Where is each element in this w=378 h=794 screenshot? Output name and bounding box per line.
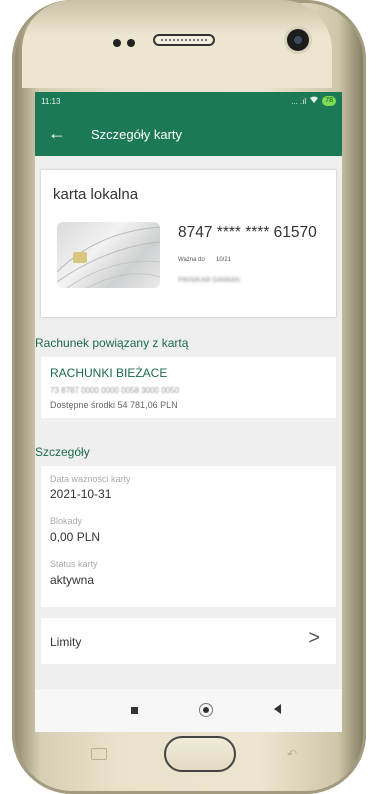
valid-until-label: Ważna do <box>178 257 205 263</box>
arrow-left-icon[interactable]: ← <box>48 123 66 143</box>
available-funds: Dostępne środki 54 781,06 PLN <box>50 400 178 410</box>
home-icon[interactable] <box>199 703 213 717</box>
blocks-label: Blokady <box>50 516 83 526</box>
card-summary: karta lokalna 8747 **** **** 61570 Ważna… <box>41 170 336 317</box>
limits-label: Limity <box>50 635 82 649</box>
card-image <box>57 222 160 288</box>
status-bar: 11:13 ... .ıl 78 <box>35 92 342 112</box>
back-key-icon[interactable]: ↶ <box>287 747 297 761</box>
account-number: 73 8787 0000 0000 0058 3000 0050 <box>50 386 180 395</box>
back-triangle-icon[interactable] <box>274 704 281 714</box>
front-camera-icon <box>287 29 309 51</box>
wifi-icon <box>309 96 319 106</box>
card-number: 8747 **** **** 61570 <box>178 224 317 241</box>
app-bar: ← Szczegóły karty <box>35 112 342 156</box>
expiry-value: 2021-10-31 <box>50 487 112 501</box>
recent-apps-key-icon[interactable] <box>91 748 107 760</box>
account-name: RACHUNKI BIEŻACE <box>50 366 168 380</box>
card-name: karta lokalna <box>53 186 139 203</box>
valid-until-value: 10/21 <box>216 257 232 263</box>
chevron-right-icon: > <box>308 627 320 649</box>
status-icons: ... .ıl 78 <box>291 96 336 106</box>
details-heading: Szczegóły <box>35 445 90 459</box>
phone-screen: 11:13 ... .ıl 78 ← Szczegóły karty karta… <box>35 92 342 689</box>
page-title: Szczegóły karty <box>91 127 183 142</box>
linked-account-card[interactable]: RACHUNKI BIEŻACE 73 8787 0000 0000 0058 … <box>41 357 336 418</box>
signal-icon: ... .ıl <box>291 96 307 106</box>
speaker-grille <box>153 34 215 46</box>
card-holder: PIKNIKAR DAMIAN <box>178 277 240 284</box>
card-status-label: Status karty <box>50 559 98 569</box>
linked-account-heading: Rachunek powiązany z kartą <box>35 336 189 350</box>
expiry-label: Data ważności karty <box>50 474 131 484</box>
physical-home-button[interactable] <box>164 736 236 772</box>
battery-icon: 78 <box>322 96 336 106</box>
details-card: Data ważności karty 2021-10-31 Blokady 0… <box>41 466 336 607</box>
blocks-value: 0,00 PLN <box>50 530 101 544</box>
android-nav-bar <box>35 689 342 732</box>
chip-icon <box>73 252 87 263</box>
limits-row[interactable]: Limity > <box>41 618 336 664</box>
status-time: 11:13 <box>41 97 61 106</box>
recents-icon[interactable] <box>131 707 138 714</box>
card-status-value: aktywna <box>50 573 95 587</box>
sensor-dots <box>113 39 135 47</box>
